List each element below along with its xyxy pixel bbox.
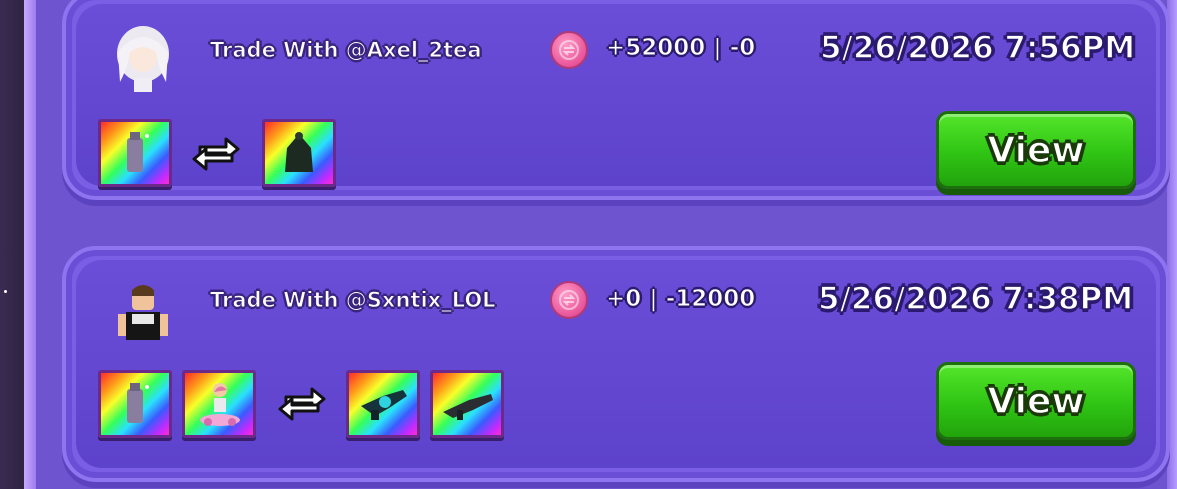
view-trade-button[interactable]: View [936, 362, 1136, 440]
trade-balance: +52000 | -0 [605, 35, 756, 62]
trade-datetime: 5/26/2026 7:38PM [817, 280, 1134, 318]
dark-lantern-item-icon[interactable] [262, 119, 336, 187]
classic-noob-avatar-icon [108, 280, 178, 350]
spray-can-item-icon[interactable] [98, 370, 172, 438]
background-left-strip [0, 0, 24, 489]
spray-can-item-icon[interactable] [98, 119, 172, 187]
trade-datetime: 5/26/2026 7:56PM [819, 29, 1136, 67]
panel-left-border [24, 0, 36, 489]
swap-arrows-icon [276, 383, 328, 425]
star-dot [4, 290, 7, 293]
teal-blaster-item-icon[interactable] [346, 370, 420, 438]
white-hair-avatar-icon [108, 22, 178, 92]
view-trade-button[interactable]: View [936, 111, 1136, 189]
view-button-label: View [987, 129, 1086, 172]
dark-rifle-item-icon[interactable] [430, 370, 504, 438]
hoverboard-item-icon[interactable] [182, 370, 256, 438]
swap-arrows-icon [190, 133, 242, 175]
trade-partner-title: Trade With @Axel_2tea [210, 38, 483, 63]
coin-icon [550, 31, 588, 69]
view-button-label: View [987, 380, 1086, 423]
trade-balance: +0 | -12000 [605, 286, 756, 313]
trade-partner-title: Trade With @Sxntix_LOL [210, 288, 497, 313]
coin-icon [550, 281, 588, 319]
